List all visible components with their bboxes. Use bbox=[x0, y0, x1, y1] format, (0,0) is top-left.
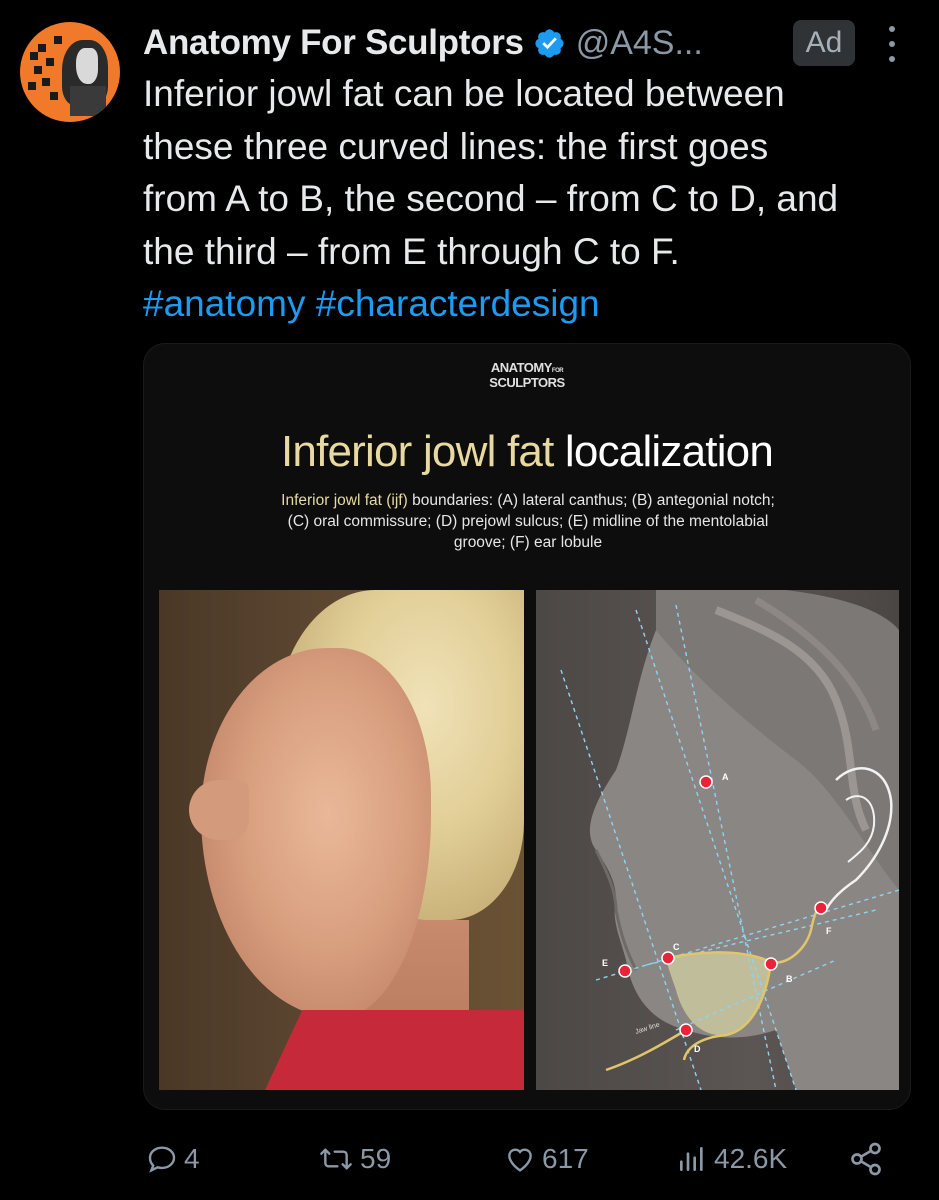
woman-profile-photo bbox=[159, 590, 524, 1090]
point-label-a: A bbox=[722, 772, 729, 782]
tweet-action-bar: 4 59 617 42.6K bbox=[143, 1137, 903, 1181]
media-title: Inferior jowl fat localization bbox=[280, 427, 774, 476]
share-button[interactable] bbox=[848, 1137, 884, 1181]
repost-icon bbox=[320, 1148, 352, 1170]
author-avatar[interactable] bbox=[20, 22, 120, 122]
repost-count: 59 bbox=[360, 1143, 392, 1174]
author-name[interactable]: Anatomy For Sculptors bbox=[143, 23, 524, 63]
jaw-line-label: Jaw line bbox=[634, 1021, 660, 1036]
like-count: 617 bbox=[542, 1143, 589, 1174]
like-button[interactable]: 617 bbox=[504, 1137, 589, 1181]
point-label-b: B bbox=[786, 974, 793, 984]
point-label-e: E bbox=[602, 958, 608, 968]
share-icon bbox=[851, 1142, 881, 1176]
tweet-text-line: these three curved lines: the first goes bbox=[143, 125, 769, 167]
reply-button[interactable]: 4 bbox=[146, 1137, 200, 1181]
tweet-media-image[interactable]: ANATOMYFOR SCULPTORS Inferior jowl fat l… bbox=[143, 343, 911, 1110]
point-label-d: D bbox=[694, 1044, 701, 1054]
views-icon bbox=[680, 1147, 703, 1171]
point-label-f: F bbox=[826, 926, 832, 936]
more-icon[interactable] bbox=[880, 26, 904, 62]
reply-icon bbox=[148, 1146, 176, 1173]
tweet-text: Inferior jowl fat can be located between… bbox=[143, 68, 923, 331]
repost-button[interactable]: 59 bbox=[318, 1137, 391, 1181]
hashtag-links[interactable]: #anatomy #characterdesign bbox=[143, 278, 923, 331]
verified-badge-icon bbox=[535, 28, 564, 58]
point-label-c: C bbox=[673, 942, 680, 952]
tweet-text-line: the third – from E through C to F. bbox=[143, 230, 680, 272]
tweet-header: Anatomy For Sculptors @A4S... bbox=[143, 18, 703, 68]
brand-logo: ANATOMYFOR SCULPTORS bbox=[489, 360, 565, 390]
reply-count: 4 bbox=[184, 1143, 200, 1174]
media-subtitle: Inferior jowl fat (ijf) boundaries: (A) … bbox=[281, 492, 775, 551]
tweet-text-line: from A to B, the second – from C to D, a… bbox=[143, 178, 839, 219]
views-count: 42.6K bbox=[714, 1143, 788, 1174]
author-handle[interactable]: @A4S... bbox=[576, 24, 703, 63]
like-icon bbox=[508, 1148, 532, 1172]
sculpture-diagram: A B C D E F Jaw line bbox=[536, 590, 899, 1090]
ad-badge: Ad bbox=[793, 20, 855, 66]
views-button[interactable]: 42.6K bbox=[676, 1137, 787, 1181]
tweet-text-line: Inferior jowl fat can be located between bbox=[143, 73, 785, 114]
